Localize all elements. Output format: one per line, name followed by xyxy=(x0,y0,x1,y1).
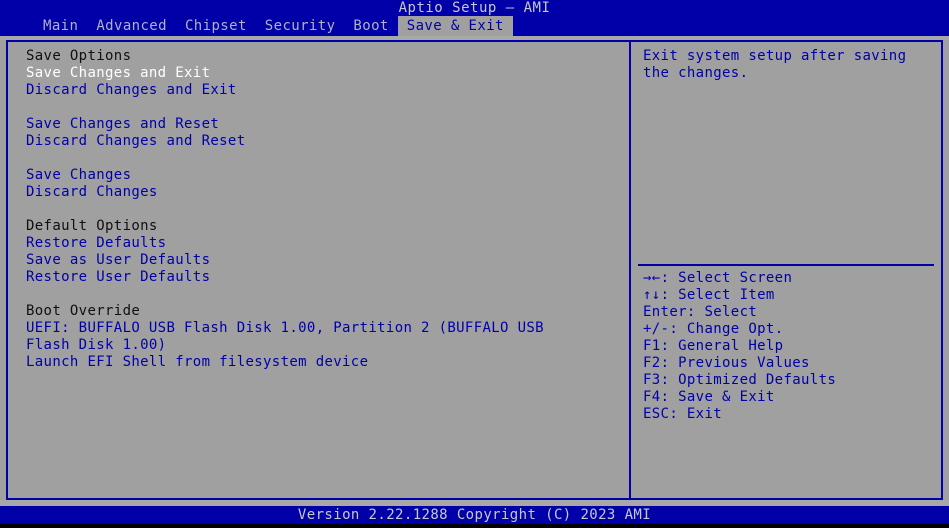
menu-tab-save-exit[interactable]: Save & Exit xyxy=(397,16,513,36)
key-action-label: : Exit xyxy=(669,406,723,422)
screen-bottom-edge xyxy=(0,524,949,528)
menu-tab-security[interactable]: Security xyxy=(256,16,345,36)
key-glyph-icon: ESC xyxy=(643,406,670,422)
menu-tab-boot[interactable]: Boot xyxy=(344,16,397,36)
key-action-label: : Save & Exit xyxy=(660,389,775,405)
menu-option[interactable]: Discard Changes and Reset xyxy=(26,133,629,150)
menu-option[interactable]: Discard Changes and Exit xyxy=(26,82,629,99)
version-footer: Version 2.22.1288 Copyright (C) 2023 AMI xyxy=(0,506,949,524)
key-glyph-icon: F4 xyxy=(643,389,661,405)
key-action-label: : General Help xyxy=(660,338,784,354)
key-action-label: : Change Opt. xyxy=(669,321,784,337)
section-header: Save Options xyxy=(26,48,132,64)
key-glyph-icon: →← xyxy=(643,270,661,286)
help-description: Exit system setup after saving the chang… xyxy=(643,48,916,81)
key-hint: F2: Previous Values xyxy=(643,355,836,372)
menu-option[interactable]: Save as User Defaults xyxy=(26,252,629,269)
section-header: Boot Override xyxy=(26,303,141,319)
key-hint: ESC: Exit xyxy=(643,406,836,423)
menu-option[interactable]: Discard Changes xyxy=(26,184,629,201)
key-action-label: : Select Screen xyxy=(660,270,793,286)
key-hint: Enter: Select xyxy=(643,304,836,321)
bios-setup-screen: Aptio Setup – AMI Main Advanced Chipset Sec… xyxy=(0,0,949,528)
key-glyph-icon: Enter xyxy=(643,304,687,320)
section-header: Default Options xyxy=(26,218,158,234)
key-glyph-icon: F1 xyxy=(643,338,661,354)
top-header-band: Aptio Setup – AMI Main Advanced Chipset Sec… xyxy=(0,0,949,36)
key-hint: F1: General Help xyxy=(643,338,836,355)
key-hint: +/-: Change Opt. xyxy=(643,321,836,338)
menu-option[interactable]: Restore Defaults xyxy=(26,235,629,252)
menu-option[interactable]: Save Changes and Reset xyxy=(26,116,629,133)
key-hint: →←: Select Screen xyxy=(643,270,836,287)
menu-option[interactable]: Launch EFI Shell from filesystem device xyxy=(26,354,629,371)
menu-tab-main[interactable]: Main xyxy=(34,16,87,36)
key-glyph-icon: +/- xyxy=(643,321,670,337)
key-glyph-icon: F3 xyxy=(643,372,661,388)
key-hint: F3: Optimized Defaults xyxy=(643,372,836,389)
key-legend: →←: Select Screen ↑↓: Select Item Enter: S… xyxy=(643,270,836,423)
help-divider-horizontal xyxy=(638,264,934,266)
menu-option[interactable]: Restore User Defaults xyxy=(26,269,629,286)
key-hint: F4: Save & Exit xyxy=(643,389,836,406)
key-glyph-icon: ↑↓ xyxy=(643,287,661,303)
key-action-label: : Previous Values xyxy=(660,355,810,371)
key-hint: ↑↓: Select Item xyxy=(643,287,836,304)
key-glyph-icon: F2 xyxy=(643,355,661,371)
menu-option-selected[interactable]: Save Changes and Exit xyxy=(26,65,629,82)
menu-tab-chipset[interactable]: Chipset xyxy=(176,16,256,36)
menu-bar: Main Advanced Chipset Security Boot Save & Ex… xyxy=(0,16,949,36)
page-title: Aptio Setup – AMI xyxy=(398,0,551,16)
content-frame: Save Options Save Changes and Exit Discard… xyxy=(6,40,943,500)
help-pane: Exit system setup after saving the chang… xyxy=(631,42,941,498)
menu-option[interactable]: Save Changes xyxy=(26,167,629,184)
menu-tab-advanced[interactable]: Advanced xyxy=(87,16,176,36)
boot-override-entry[interactable]: UEFI: BUFFALO USB Flash Disk 1.00, Parti… xyxy=(26,320,596,354)
key-action-label: : Select xyxy=(686,304,758,320)
options-pane: Save Options Save Changes and Exit Discard… xyxy=(8,42,629,498)
key-action-label: : Optimized Defaults xyxy=(660,372,837,388)
key-action-label: : Select Item xyxy=(660,287,775,303)
